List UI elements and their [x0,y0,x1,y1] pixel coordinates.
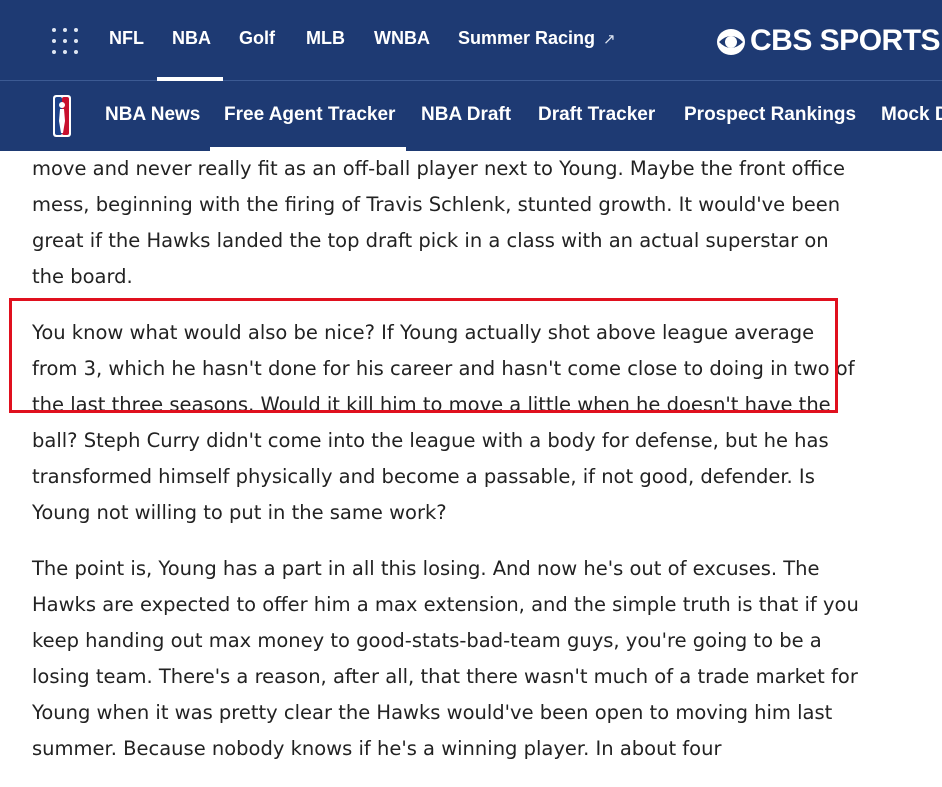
external-link-icon: ↗ [603,31,616,48]
subnav-nba-news[interactable]: NBA News [105,104,200,126]
top-nav: NFL NBA Golf MLB WNBA Summer Racing ↗ CBS… [0,0,942,81]
nba-logo-icon[interactable] [53,95,71,137]
nav-summer-racing[interactable]: Summer Racing ↗ [458,28,616,49]
subnav-draft-tracker[interactable]: Draft Tracker [538,104,655,126]
nav-nba[interactable]: NBA [172,28,211,49]
subnav-mock-draft[interactable]: Mock D [881,104,942,126]
article-paragraph: move and never really fit as an off-ball… [32,157,846,288]
subnav-free-agent-tracker[interactable]: Free Agent Tracker [224,104,395,126]
article-paragraph: The point is, Young has a part in all th… [32,557,859,760]
nav-nfl[interactable]: NFL [109,28,144,49]
brand-wordmark: CBS SPORTS [750,24,941,57]
apps-grid-icon[interactable] [52,28,78,54]
article-paragraph: You know what would also be nice? If You… [32,321,855,524]
nav-wnba[interactable]: WNBA [374,28,430,49]
sub-nav: NBA News Free Agent Tracker NBA Draft Dr… [0,81,942,151]
subnav-nba-draft[interactable]: NBA Draft [421,104,511,126]
nav-mlb[interactable]: MLB [306,28,345,49]
subnav-prospect-rankings[interactable]: Prospect Rankings [684,104,856,126]
nav-golf[interactable]: Golf [239,28,275,49]
article-body: move and never really fit as an off-ball… [32,151,862,787]
nav-summer-racing-label: Summer Racing [458,28,596,48]
cbs-eye-icon [717,29,745,55]
